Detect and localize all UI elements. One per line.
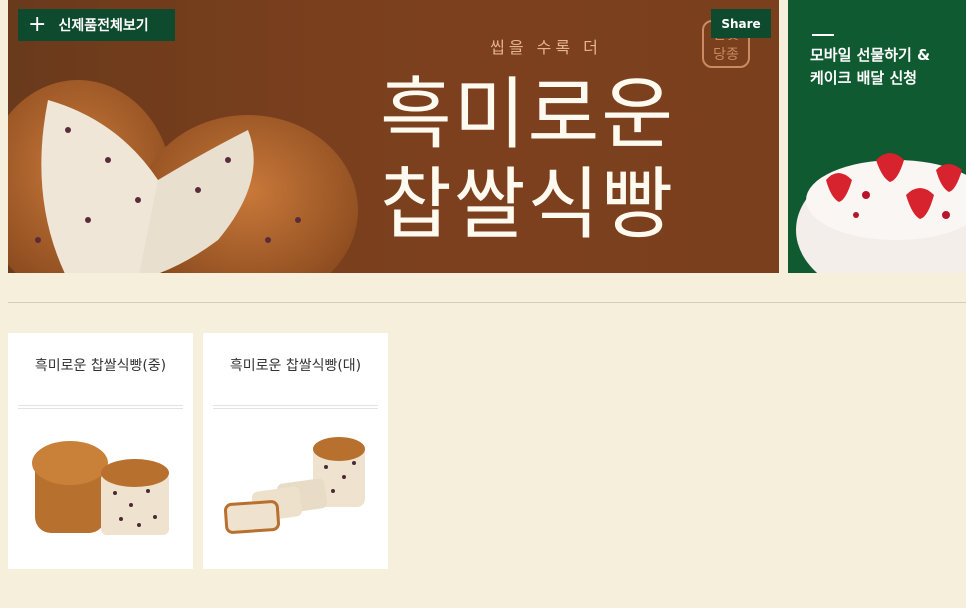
side-banner-line2: 케이크 배달 신청 <box>810 69 918 87</box>
product-name: 흑미로운 찹쌀식빵(중) <box>34 358 167 374</box>
view-all-label: 신제품전체보기 <box>58 18 149 34</box>
bread-image <box>8 80 358 273</box>
side-banner-gift-delivery[interactable]: 모바일 선물하기 & 케이크 배달 신청 <box>788 0 966 273</box>
product-image <box>223 437 365 534</box>
share-button[interactable]: Share <box>711 9 771 38</box>
side-banner-dash <box>812 34 834 36</box>
product-card[interactable]: 흑미로운 찹쌀식빵(중) <box>8 333 193 569</box>
product-card[interactable]: 흑미로운 찹쌀식빵(대) <box>203 333 388 569</box>
seal-line2: 당종 <box>713 47 739 63</box>
card-divider <box>18 405 183 409</box>
plus-icon: + <box>28 12 47 37</box>
view-all-new-products-button[interactable]: + 신제품전체보기 <box>18 9 175 41</box>
side-banner-text: 모바일 선물하기 & 케이크 배달 신청 <box>810 44 930 90</box>
section-divider <box>8 302 966 303</box>
hero-title-line1: 흑미로운 <box>380 70 676 160</box>
hero-title-line2: 찹쌀식빵 <box>380 160 676 250</box>
product-image <box>32 441 169 535</box>
product-name: 흑미로운 찹쌀식빵(대) <box>229 358 362 374</box>
hero-title: 흑미로운 찹쌀식빵 <box>380 70 675 250</box>
card-divider <box>213 405 378 409</box>
strawberry-cake-image <box>796 153 966 273</box>
side-banner-line1: 모바일 선물하기 & <box>810 46 931 64</box>
